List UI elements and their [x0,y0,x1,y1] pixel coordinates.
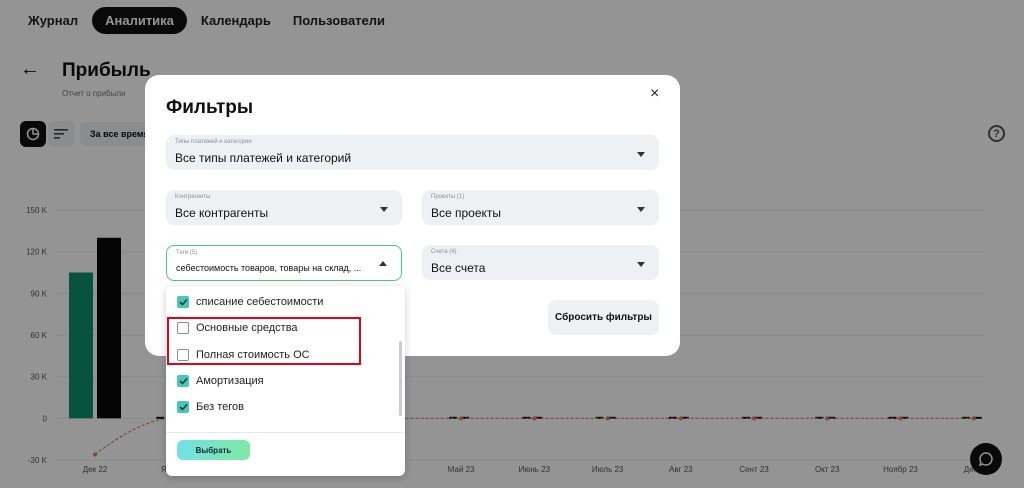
counterparties-select[interactable]: Контрагенты Все контрагенты [166,190,402,225]
option-label: Амортизация [196,375,264,387]
field-label: Контрагенты [175,194,211,200]
divider [166,432,405,433]
field-label: Проекты (1) [431,194,465,200]
tag-option-no-tags[interactable]: Без тегов [177,400,244,414]
reset-filters-button[interactable]: Сбросить фильтры [548,300,659,335]
select-button[interactable]: Выбрать [177,440,250,460]
field-label: Типы платежей и категории [175,139,252,145]
dropdown-scrollbar[interactable] [399,341,402,416]
caret-down-icon [637,262,645,267]
field-label: Теги (5) [176,250,198,256]
tags-select[interactable]: Теги (5) себестоимость товаров, товары н… [166,245,402,281]
field-value: себестоимость товаров, товары на склад, … [176,263,362,273]
modal-title: Фильтры [166,97,254,118]
checkbox-checked-icon[interactable] [177,375,189,387]
field-value: Все проекты [431,206,502,220]
field-value: Все контрагенты [175,206,269,220]
caret-down-icon [637,152,645,157]
field-value: Все счета [431,261,486,275]
checkbox-checked-icon[interactable] [177,401,189,413]
projects-select[interactable]: Проекты (1) Все проекты [422,190,659,225]
option-label: Без тегов [196,401,244,413]
checkbox-checked-icon[interactable] [177,296,189,308]
tag-option-cost-writeoff[interactable]: списание себестоимости [177,295,323,309]
caret-up-icon [379,261,387,266]
close-icon[interactable]: × [650,85,659,103]
caret-down-icon [637,207,645,212]
accounts-select[interactable]: Счета (4) Все счета [422,245,659,280]
field-label: Счета (4) [431,249,457,255]
payment-types-select[interactable]: Типы платежей и категории Все типы плате… [166,135,659,170]
tag-option-depreciation[interactable]: Амортизация [177,374,264,388]
tags-dropdown: списание себестоимости Основные средства… [166,286,405,476]
field-value: Все типы платежей и категорий [175,151,352,165]
option-label: списание себестоимости [196,296,324,308]
highlight-annotation [167,317,361,365]
caret-down-icon [380,207,388,212]
